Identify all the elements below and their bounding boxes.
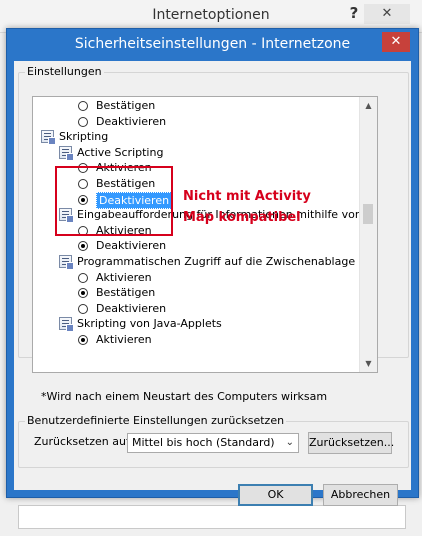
security-settings-dialog: Sicherheitseinstellungen - Internetzone … (6, 28, 419, 506)
dialog-body: Einstellungen Aktivieren Skripting von Ja… (14, 61, 411, 506)
scroll-up-arrow-icon[interactable]: ▲ (360, 97, 377, 114)
parent-close-button[interactable]: ✕ (364, 4, 410, 24)
radio-unselected-icon[interactable] (78, 116, 88, 127)
list-item-label: Skripting von Java-Applets (77, 317, 222, 331)
setting-icon (59, 255, 74, 270)
radio-selected-icon[interactable] (78, 288, 88, 299)
radio-unselected-icon[interactable] (78, 303, 88, 314)
setting-item: Programmatischen Zugriff auf die Zwische… (33, 254, 377, 270)
setting-icon (59, 145, 74, 161)
settings-group-label: Einstellungen (25, 65, 104, 78)
radio-option[interactable]: Deaktivieren (33, 114, 359, 129)
close-button[interactable]: ✕ (382, 32, 410, 52)
setting-item: Skripting von Java-Applets (33, 316, 359, 333)
radio-option[interactable]: Deaktivieren (33, 301, 359, 316)
annotation-line-2: Map kompatibel (183, 210, 301, 225)
cancel-button[interactable]: Abbrechen (323, 484, 398, 506)
radio-unselected-icon[interactable] (78, 272, 88, 283)
reset-to-label: Zurücksetzen auf: (34, 435, 134, 448)
list-item-label: Deaktivieren (96, 301, 167, 315)
radio-option[interactable]: Bestätigen (33, 285, 359, 300)
scrollbar-thumb[interactable] (363, 204, 373, 224)
radio-option[interactable]: Deaktivieren (33, 238, 359, 253)
list-item-label: Aktivieren (96, 333, 152, 346)
dialog-title: Sicherheitseinstellungen - Internetzone (74, 36, 351, 52)
ok-button[interactable]: OK (238, 484, 313, 506)
help-icon[interactable]: ? (344, 4, 364, 24)
radio-option[interactable]: Aktivieren (33, 332, 359, 347)
reset-group-label: Benutzerdefinierte Einstellungen zurücks… (25, 414, 287, 427)
list-item-label: Skripting (59, 130, 109, 144)
list-item-label: Active Scripting (77, 145, 164, 159)
reset-level-select[interactable]: Mittel bis hoch (Standard) ⌄ (127, 433, 299, 453)
scroll-down-arrow-icon[interactable]: ▼ (360, 355, 377, 372)
annotation-line-1: Nicht mit Activity (183, 189, 311, 204)
reset-button[interactable]: Zurücksetzen... (308, 432, 394, 454)
annotation-highlight-box (55, 166, 173, 236)
radio-unselected-icon[interactable] (78, 101, 88, 111)
restart-note: *Wird nach einem Neustart des Computers … (41, 390, 328, 403)
list-item-label: Aktivieren (96, 270, 152, 284)
script-category-icon (41, 130, 56, 146)
radio-option[interactable]: Bestätigen (33, 98, 359, 113)
category-item: Skripting (33, 129, 359, 146)
setting-icon (59, 317, 74, 333)
parent-background-field (18, 505, 406, 529)
reset-level-value: Mittel bis hoch (Standard) (132, 436, 275, 449)
chevron-down-icon: ⌄ (285, 437, 294, 448)
radio-selected-icon[interactable] (78, 241, 88, 252)
radio-option[interactable]: Aktivieren (33, 270, 359, 285)
list-item-label: Bestätigen (96, 286, 156, 300)
list-item-label: Bestätigen (96, 99, 156, 112)
list-item-label: Deaktivieren (96, 114, 167, 128)
setting-item: Active Scripting (33, 145, 359, 161)
annotation-text: Nicht mit Activity Map kompatibel (183, 186, 323, 228)
vertical-scrollbar[interactable]: ▲ ▼ (359, 97, 377, 372)
radio-selected-icon[interactable] (78, 335, 88, 345)
list-item-label: Deaktivieren (96, 239, 167, 253)
list-item-label: Programmatischen Zugriff auf die Zwische… (77, 255, 378, 268)
